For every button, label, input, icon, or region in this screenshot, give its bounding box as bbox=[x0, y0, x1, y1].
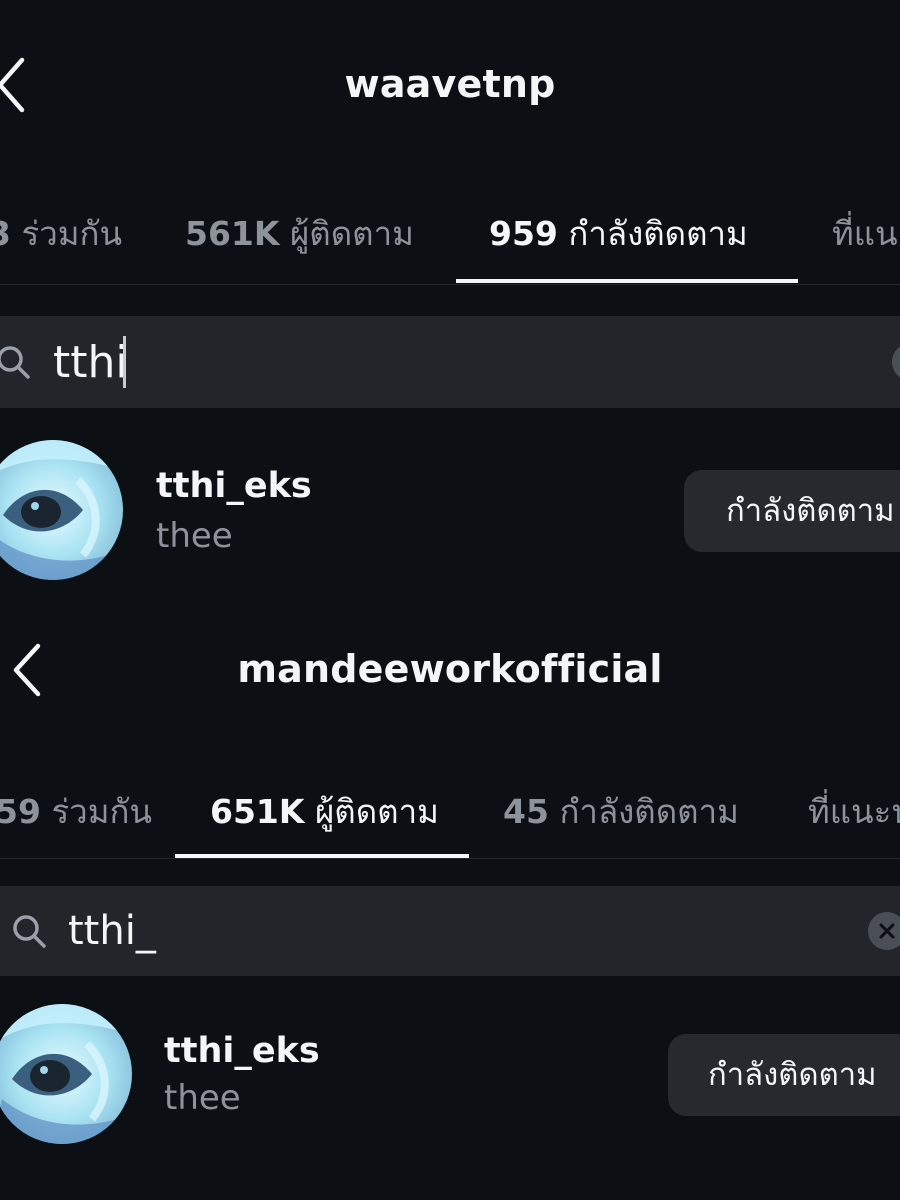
avatar-image bbox=[0, 440, 123, 580]
clear-search-button[interactable] bbox=[868, 912, 900, 950]
tab-mutual-count: 3 bbox=[0, 214, 11, 253]
tab-followers-label: ผู้ติดตาม bbox=[289, 214, 414, 253]
avatar[interactable] bbox=[0, 440, 123, 580]
tab-mutual-label: ร่วมกัน bbox=[51, 792, 152, 831]
search-icon bbox=[13, 915, 46, 948]
tab-suggested-label: ที่แนะนำ bbox=[808, 792, 900, 831]
tab-following[interactable]: 959 กำลังติดตาม bbox=[489, 207, 748, 260]
username[interactable]: tthi_eks bbox=[156, 466, 312, 506]
username[interactable]: tthi_eks bbox=[164, 1031, 320, 1071]
search-input[interactable] bbox=[53, 330, 653, 394]
tab-mutual[interactable]: 3 ร่วมกัน bbox=[0, 207, 122, 260]
tabs-divider bbox=[0, 284, 900, 285]
full-name: thee bbox=[164, 1078, 241, 1118]
following-button[interactable]: กำลังติดตาม bbox=[684, 470, 900, 552]
tab-suggested-label: ที่แนะนำ bbox=[832, 214, 900, 253]
tab-following-count: 45 bbox=[503, 792, 549, 831]
tab-following-count: 959 bbox=[489, 214, 558, 253]
clear-search-button[interactable] bbox=[892, 343, 900, 381]
tab-following[interactable]: 45 กำลังติดตาม bbox=[503, 785, 739, 838]
search-bar[interactable] bbox=[0, 886, 900, 976]
tab-followers[interactable]: 651K ผู้ติดตาม bbox=[210, 785, 439, 838]
profile-followers-screen-mandeeworkofficial: mandeeworkofficial 59 ร่วมกัน 651K ผู้ติ… bbox=[0, 600, 900, 1200]
tab-following-label: กำลังติดตาม bbox=[568, 214, 748, 253]
search-icon bbox=[0, 346, 30, 379]
search-bar[interactable] bbox=[0, 316, 900, 408]
tab-mutual-count: 59 bbox=[0, 792, 41, 831]
tab-mutual-label: ร่วมกัน bbox=[21, 214, 123, 253]
full-name: thee bbox=[156, 516, 233, 556]
text-caret bbox=[123, 336, 126, 388]
avatar-image bbox=[0, 1004, 132, 1144]
tabs-divider bbox=[0, 858, 900, 859]
search-input[interactable] bbox=[68, 899, 668, 963]
avatar[interactable] bbox=[0, 1004, 132, 1144]
page-title: mandeeworkofficial bbox=[237, 647, 663, 691]
tab-mutual[interactable]: 59 ร่วมกัน bbox=[0, 785, 152, 838]
tab-followers-count: 561K bbox=[185, 214, 280, 253]
tab-followers[interactable]: 561K ผู้ติดตาม bbox=[185, 207, 414, 260]
profile-following-screen-waavetnp: waavetnp 3 ร่วมกัน 561K ผู้ติดตาม 959 กำ… bbox=[0, 0, 900, 600]
following-button[interactable]: กำลังติดตาม bbox=[668, 1034, 900, 1116]
active-tab-indicator bbox=[456, 279, 798, 283]
close-icon bbox=[879, 923, 895, 939]
tab-following-label: กำลังติดตาม bbox=[559, 792, 739, 831]
tab-suggested[interactable]: ที่แนะนำ bbox=[808, 785, 900, 838]
tab-followers-count: 651K bbox=[210, 792, 305, 831]
tab-suggested[interactable]: ที่แนะนำ bbox=[832, 207, 900, 260]
page-title: waavetnp bbox=[344, 62, 556, 106]
tab-followers-label: ผู้ติดตาม bbox=[314, 792, 439, 831]
